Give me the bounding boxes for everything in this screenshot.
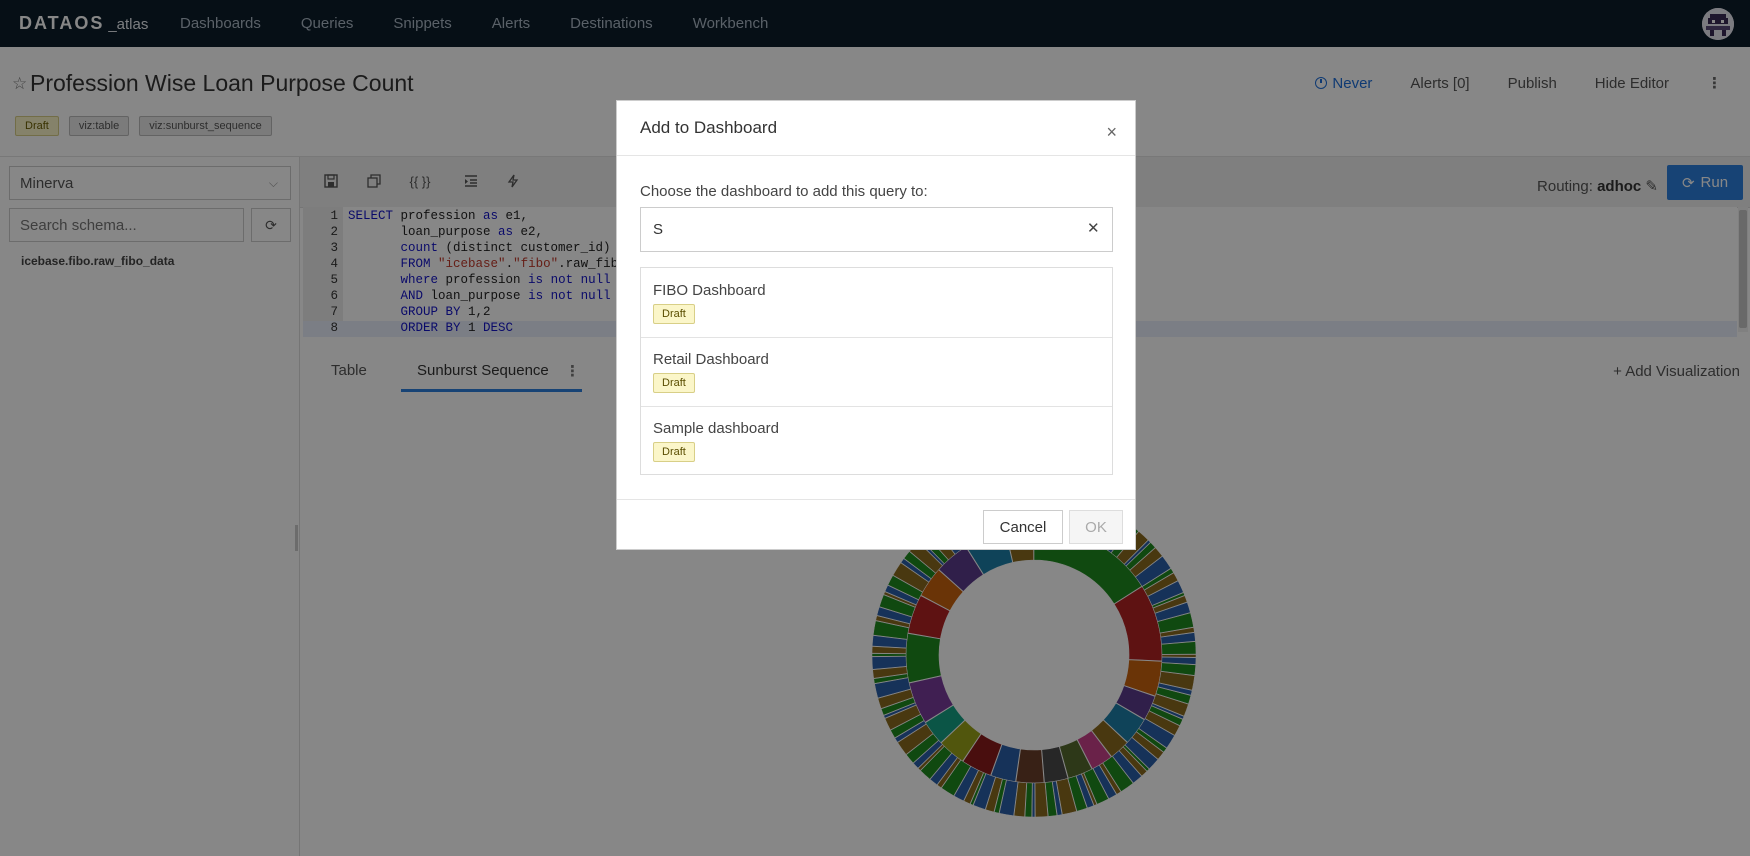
dashboard-name: Sample dashboard xyxy=(653,420,779,437)
clear-input-icon[interactable]: ✕ xyxy=(1087,219,1100,237)
cancel-button[interactable]: Cancel xyxy=(983,510,1063,544)
draft-badge: Draft xyxy=(653,304,695,324)
add-to-dashboard-dialog: Add to Dashboard × Choose the dashboard … xyxy=(616,100,1136,550)
draft-badge: Draft xyxy=(653,442,695,462)
close-icon[interactable]: × xyxy=(1106,122,1117,143)
dashboard-search-input[interactable] xyxy=(640,207,1113,252)
ok-button[interactable]: OK xyxy=(1069,510,1123,544)
dialog-header: Add to Dashboard × xyxy=(617,101,1135,156)
draft-badge: Draft xyxy=(653,373,695,393)
dialog-title: Add to Dashboard xyxy=(640,118,778,137)
list-item-dashboard[interactable]: Retail Dashboard Draft xyxy=(641,337,1112,407)
dashboard-results-list: FIBO Dashboard Draft Retail Dashboard Dr… xyxy=(640,267,1113,475)
dashboard-name: FIBO Dashboard xyxy=(653,282,766,299)
dashboard-name: Retail Dashboard xyxy=(653,351,769,368)
dialog-footer: Cancel OK xyxy=(617,499,1135,550)
dialog-prompt: Choose the dashboard to add this query t… xyxy=(640,183,928,200)
list-item-dashboard[interactable]: Sample dashboard Draft xyxy=(641,406,1112,475)
list-item-dashboard[interactable]: FIBO Dashboard Draft xyxy=(641,268,1112,338)
